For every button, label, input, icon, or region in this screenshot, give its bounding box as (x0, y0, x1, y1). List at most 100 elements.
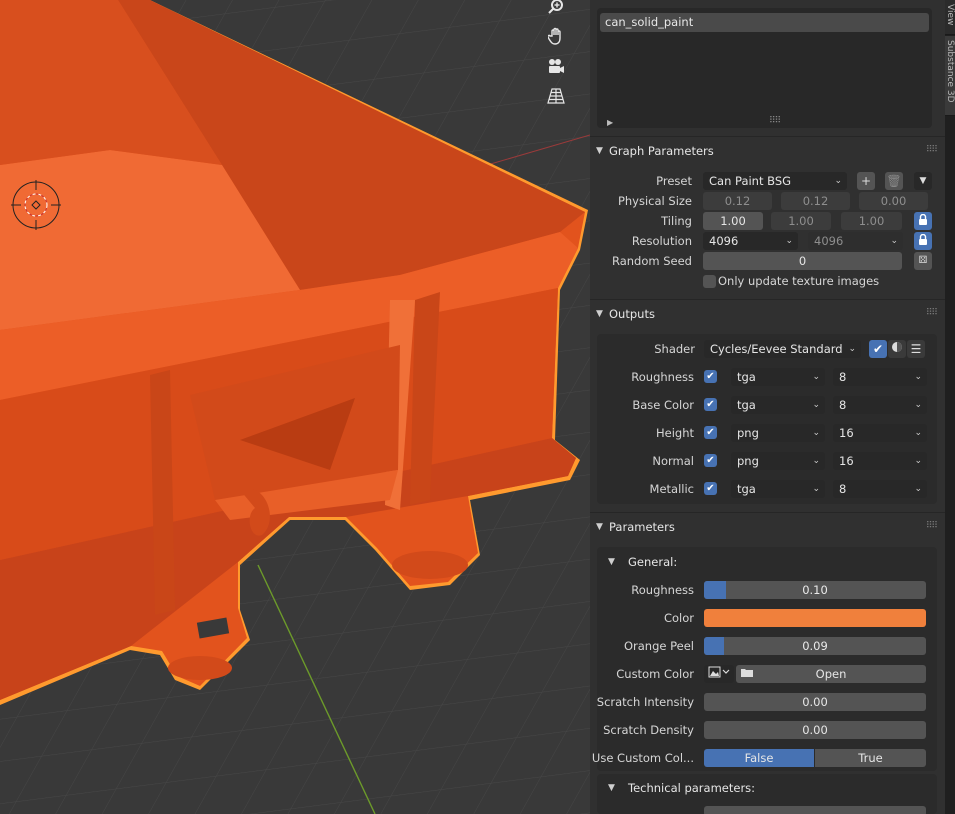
physical-size-y[interactable]: 0.12 (781, 192, 850, 210)
collapse-triangle-icon: ▼ (608, 783, 615, 793)
output-bits-value: 8 (839, 482, 847, 496)
viewport-scene (0, 0, 590, 814)
resolution-lock-button[interactable] (914, 232, 932, 250)
color-swatch[interactable] (704, 609, 926, 627)
tiling-z[interactable]: 1.00 (841, 212, 902, 230)
chevron-down-icon: ⌄ (812, 484, 820, 494)
true-toggle[interactable]: True (815, 749, 926, 767)
output-row-label: Metallic (649, 482, 694, 496)
color-label: Color (663, 611, 694, 625)
tiling-y[interactable]: 1.00 (771, 212, 831, 230)
output-format-dropdown[interactable]: tga ⌄ (731, 368, 825, 386)
lock-icon (919, 213, 927, 225)
tiling-x[interactable]: 1.00 (703, 212, 763, 230)
physical-size-x[interactable]: 0.12 (703, 192, 772, 210)
preset-menu-button[interactable]: ▼ (914, 172, 932, 190)
delete-preset-button[interactable]: 🗑 (885, 172, 903, 190)
graph-list-item[interactable]: can_solid_paint (600, 13, 929, 32)
output-format-dropdown[interactable]: png ⌄ (731, 424, 825, 442)
drag-grip-icon[interactable]: ⠿⠿ (926, 300, 938, 326)
scratch-density-slider[interactable]: 0.00 (704, 721, 926, 739)
drag-grip-icon[interactable]: ⠿⠿ (926, 513, 938, 539)
tab-view[interactable]: View (945, 0, 955, 35)
hand-icon[interactable] (544, 24, 568, 48)
output-format-value: png (737, 454, 759, 468)
section-title: Parameters (609, 520, 675, 534)
false-toggle[interactable]: False (704, 749, 814, 767)
output-format-dropdown[interactable]: tga ⌄ (731, 396, 825, 414)
collapse-triangle-icon: ▼ (596, 522, 603, 532)
randomize-seed-button[interactable]: ⚄ (914, 252, 932, 270)
shader-value: Cycles/Eevee Standard (710, 342, 843, 356)
output-format-dropdown[interactable]: tga ⌄ (731, 480, 825, 498)
outputs-header[interactable]: ▼ Outputs ⠿⠿ (590, 301, 945, 327)
physical-size-z[interactable]: 0.00 (859, 192, 928, 210)
collapse-triangle-icon: ▼ (596, 309, 603, 319)
shader-dropdown[interactable]: Cycles/Eevee Standard ⌄ (704, 340, 861, 358)
output-enabled-checkbox[interactable]: ✔ (704, 370, 717, 383)
scratch-intensity-slider[interactable]: 0.00 (704, 693, 926, 711)
lock-icon (919, 233, 927, 245)
chevron-down-icon: ⌄ (834, 176, 842, 186)
image-icon (708, 666, 730, 678)
output-bits-value: 8 (839, 398, 847, 412)
material-preview-button[interactable] (888, 340, 906, 358)
resolution-y-value: 4096 (814, 234, 844, 248)
section-title: Graph Parameters (609, 144, 714, 158)
output-bits-dropdown[interactable]: 8 ⌄ (833, 480, 927, 498)
zoom-icon[interactable] (544, 0, 568, 18)
resolution-x-dropdown[interactable]: 4096 ⌄ (703, 232, 798, 250)
output-format-dropdown[interactable]: png ⌄ (731, 452, 825, 470)
resolution-y-dropdown[interactable]: 4096 ⌄ (808, 232, 903, 250)
output-bits-dropdown[interactable]: 8 ⌄ (833, 396, 927, 414)
add-preset-button[interactable]: + (857, 172, 875, 190)
dice-icon: ⚄ (918, 255, 928, 266)
output-enabled-checkbox[interactable]: ✔ (704, 426, 717, 439)
output-bits-value: 16 (839, 426, 854, 440)
perspective-grid-icon[interactable] (544, 84, 568, 108)
separator (590, 136, 945, 137)
general-subheader[interactable]: ▼ General: (590, 549, 945, 575)
graph-parameters-header[interactable]: ▼ Graph Parameters ⠿⠿ (590, 138, 945, 164)
parameters-header[interactable]: ▼ Parameters ⠿⠿ (590, 514, 945, 540)
resolution-x-value: 4096 (709, 234, 739, 248)
chevron-down-icon: ⌄ (812, 456, 820, 466)
technical-first-field[interactable] (704, 806, 926, 814)
shader-label: Shader (654, 342, 695, 356)
list-menu-button[interactable]: ☰ (907, 340, 925, 358)
output-bits-dropdown[interactable]: 16 ⌄ (833, 452, 927, 470)
preset-dropdown[interactable]: Can Paint BSG ⌄ (703, 172, 847, 190)
slider-value: 0.09 (802, 639, 828, 653)
chevron-down-icon: ⌄ (812, 428, 820, 438)
output-format-value: tga (737, 482, 756, 496)
roughness-label: Roughness (631, 583, 694, 597)
image-browse-button[interactable] (704, 665, 734, 683)
output-row-label: Height (655, 426, 694, 440)
open-file-button[interactable]: Open (736, 665, 926, 683)
camera-icon[interactable] (544, 54, 568, 78)
roughness-slider[interactable]: 0.10 (704, 581, 926, 599)
technical-subheader[interactable]: ▼ Technical parameters: (590, 775, 945, 801)
collapse-triangle-icon: ▼ (596, 146, 603, 156)
3d-viewport[interactable] (0, 0, 590, 814)
tiling-lock-button[interactable] (914, 212, 932, 230)
preset-label: Preset (656, 174, 692, 188)
output-bits-dropdown[interactable]: 16 ⌄ (833, 424, 927, 442)
drag-grip-icon[interactable]: ⠿⠿ (926, 137, 938, 163)
shader-apply-button[interactable]: ✔ (869, 340, 887, 358)
graph-list[interactable]: can_solid_paint ▶ ⠿⠿ (597, 8, 932, 128)
orange-peel-slider[interactable]: 0.09 (704, 637, 926, 655)
chevron-down-icon: ⌄ (914, 400, 922, 410)
only-update-checkbox[interactable] (703, 275, 716, 288)
output-enabled-checkbox[interactable]: ✔ (704, 454, 717, 467)
slider-value: 0.10 (802, 583, 828, 597)
resize-grip-icon[interactable]: ⠿⠿ (769, 116, 781, 126)
trash-icon: 🗑 (886, 174, 902, 188)
random-seed-field[interactable]: 0 (703, 252, 902, 270)
output-bits-dropdown[interactable]: 8 ⌄ (833, 368, 927, 386)
output-enabled-checkbox[interactable]: ✔ (704, 398, 717, 411)
output-enabled-checkbox[interactable]: ✔ (704, 482, 717, 495)
tab-substance-3d[interactable]: Substance 3D (945, 36, 955, 116)
expand-arrow-icon[interactable]: ▶ (607, 118, 613, 127)
only-update-label: Only update texture images (718, 274, 880, 288)
